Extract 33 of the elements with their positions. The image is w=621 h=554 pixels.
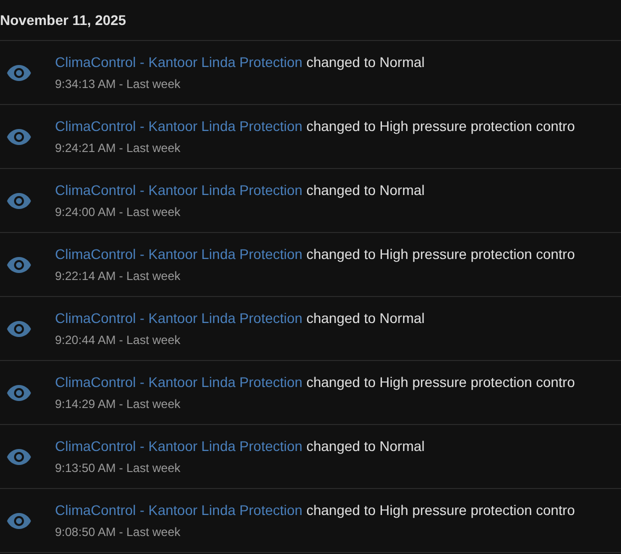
entity-link[interactable]: ClimaControl - Kantoor Linda Protection (55, 310, 302, 326)
event-message: ClimaControl - Kantoor Linda Protection changed to Normal (55, 182, 425, 198)
event-time: 9:14:29 AM - Last week (55, 397, 182, 411)
event-message: ClimaControl - Kantoor Linda Protection changed to High pressure protection contro (55, 374, 575, 390)
entity-link[interactable]: ClimaControl - Kantoor Linda Protection (55, 374, 302, 390)
entity-link[interactable]: ClimaControl - Kantoor Linda Protection (55, 438, 302, 454)
event-time: 9:22:14 AM - Last week (55, 269, 182, 283)
eye-icon (7, 192, 31, 208)
event-message: ClimaControl - Kantoor Linda Protection changed to Normal (55, 54, 425, 70)
eye-icon (7, 64, 31, 80)
eye-icon (7, 256, 31, 272)
event-message: ClimaControl - Kantoor Linda Protection changed to Normal (55, 310, 425, 326)
event-message: ClimaControl - Kantoor Linda Protection changed to High pressure protection contro (55, 502, 575, 518)
event-message: ClimaControl - Kantoor Linda Protection changed to High pressure protection contro (55, 118, 575, 134)
entity-link[interactable]: ClimaControl - Kantoor Linda Protection (55, 118, 302, 134)
date-heading: November 11, 2025 (0, 12, 126, 28)
event-time: 9:24:21 AM - Last week (55, 141, 182, 155)
event-time: 9:13:50 AM - Last week (55, 461, 182, 475)
event-time: 9:20:44 AM - Last week (55, 333, 182, 347)
eye-icon (7, 128, 31, 144)
entity-link[interactable]: ClimaControl - Kantoor Linda Protection (55, 246, 302, 262)
entity-link[interactable]: ClimaControl - Kantoor Linda Protection (55, 54, 302, 70)
eye-icon (7, 320, 31, 336)
eye-icon (7, 384, 31, 400)
eye-icon (7, 512, 31, 528)
entity-link[interactable]: ClimaControl - Kantoor Linda Protection (55, 502, 302, 518)
eye-icon (7, 448, 31, 464)
event-message: ClimaControl - Kantoor Linda Protection changed to Normal (55, 438, 425, 454)
entity-link[interactable]: ClimaControl - Kantoor Linda Protection (55, 182, 302, 198)
event-time: 9:34:13 AM - Last week (55, 77, 182, 91)
event-time: 9:08:50 AM - Last week (55, 525, 182, 539)
event-message: ClimaControl - Kantoor Linda Protection changed to High pressure protection contro (55, 246, 575, 262)
event-time: 9:24:00 AM - Last week (55, 205, 182, 219)
